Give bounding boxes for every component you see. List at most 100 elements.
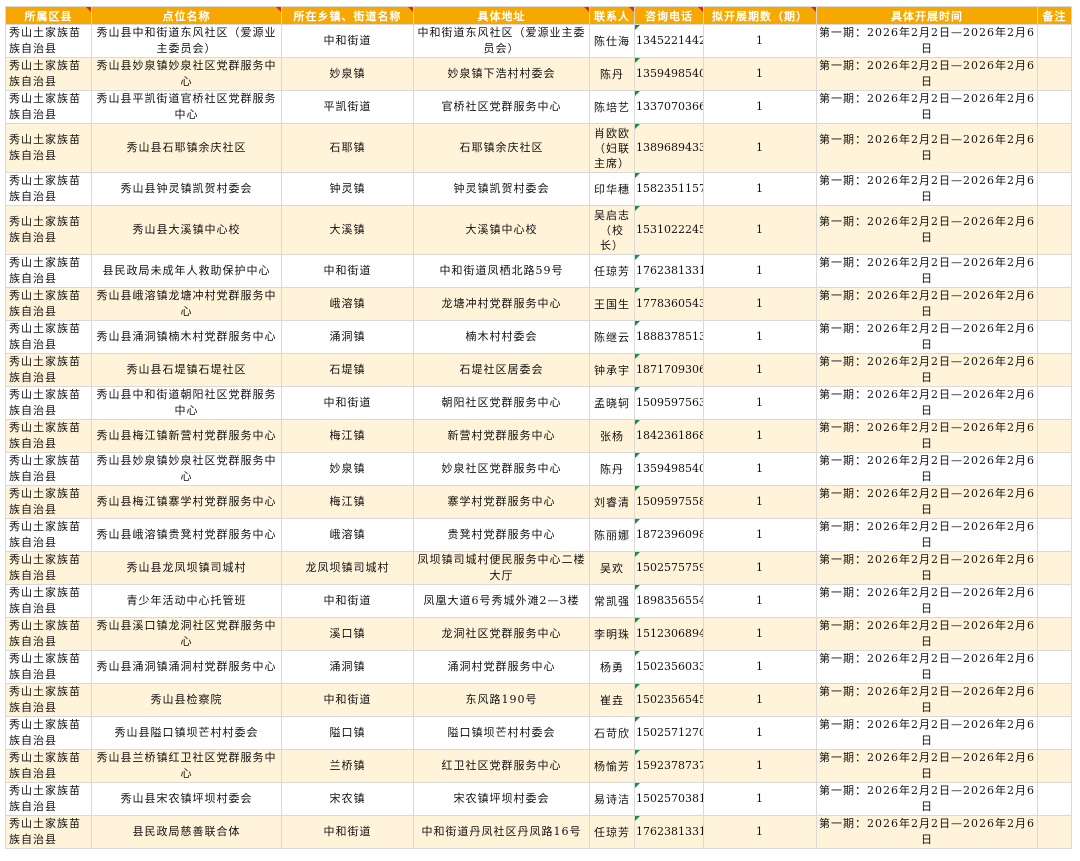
table-cell-time[interactable]: 第一期：2026年2月2日—2026年2月6日 [816, 123, 1038, 173]
table-cell-address[interactable]: 涌洞村党群服务中心 [413, 650, 590, 684]
table-cell-town[interactable]: 龙凤坝镇司城村 [281, 551, 414, 585]
table-cell-note[interactable] [1037, 650, 1072, 684]
table-cell-phone[interactable]: 13594985406 [634, 452, 704, 486]
table-cell-periods[interactable]: 1 [703, 749, 817, 783]
table-cell-note[interactable] [1037, 172, 1072, 206]
table-cell-periods[interactable]: 1 [703, 353, 817, 387]
table-cell-town[interactable]: 中和街道 [281, 584, 414, 618]
table-cell-note[interactable] [1037, 386, 1072, 420]
table-cell-address[interactable]: 宋农镇坪坝村委会 [413, 782, 590, 816]
table-cell-town[interactable]: 中和街道 [281, 683, 414, 717]
table-cell-time[interactable]: 第一期：2026年2月2日—2026年2月6日 [816, 650, 1038, 684]
table-cell-contact[interactable]: 陈继云 [589, 320, 635, 354]
table-cell-time[interactable]: 第一期：2026年2月2日—2026年2月6日 [816, 485, 1038, 519]
col-header-time[interactable]: 具体开展时间 [816, 6, 1038, 25]
table-cell-address[interactable]: 官桥社区党群服务中心 [413, 90, 590, 124]
table-cell-contact[interactable]: 杨愉芳 [589, 749, 635, 783]
table-cell-note[interactable] [1037, 353, 1072, 387]
table-cell-town[interactable]: 峨溶镇 [281, 518, 414, 552]
table-cell-contact[interactable]: 肖欧欧（妇联主席） [589, 123, 635, 173]
table-cell-note[interactable] [1037, 584, 1072, 618]
table-cell-county[interactable]: 秀山土家族苗族自治县 [5, 386, 92, 420]
table-cell-periods[interactable]: 1 [703, 584, 817, 618]
table-cell-county[interactable]: 秀山土家族苗族自治县 [5, 419, 92, 453]
table-cell-periods[interactable]: 1 [703, 386, 817, 420]
table-cell-town[interactable]: 溪口镇 [281, 617, 414, 651]
table-cell-address[interactable]: 红卫社区党群服务中心 [413, 749, 590, 783]
table-cell-county[interactable]: 秀山土家族苗族自治县 [5, 782, 92, 816]
table-cell-note[interactable] [1037, 551, 1072, 585]
table-cell-note[interactable] [1037, 254, 1072, 288]
table-cell-town[interactable]: 梅江镇 [281, 485, 414, 519]
table-cell-site[interactable]: 秀山县峨溶镇龙塘冲村党群服务中心 [91, 287, 282, 321]
table-cell-address[interactable]: 大溪镇中心校 [413, 205, 590, 255]
table-cell-phone[interactable]: 15023565456 [634, 683, 704, 717]
table-cell-town[interactable]: 涌洞镇 [281, 650, 414, 684]
table-cell-site[interactable]: 秀山县平凯街道官桥社区党群服务中心 [91, 90, 282, 124]
table-cell-note[interactable] [1037, 617, 1072, 651]
table-cell-address[interactable]: 中和街道凤栖北路59号 [413, 254, 590, 288]
table-cell-county[interactable]: 秀山土家族苗族自治县 [5, 452, 92, 486]
table-cell-address[interactable]: 凤坝镇司城村便民服务中心二楼大厅 [413, 551, 590, 585]
table-cell-town[interactable]: 中和街道 [281, 24, 414, 58]
table-cell-site[interactable]: 秀山县梅江镇新营村党群服务中心 [91, 419, 282, 453]
table-cell-county[interactable]: 秀山土家族苗族自治县 [5, 320, 92, 354]
table-cell-time[interactable]: 第一期：2026年2月2日—2026年2月6日 [816, 815, 1038, 849]
table-cell-site[interactable]: 秀山县隘口镇坝芒村村委会 [91, 716, 282, 750]
table-cell-county[interactable]: 秀山土家族苗族自治县 [5, 683, 92, 717]
table-cell-site[interactable]: 秀山县宋农镇坪坝村委会 [91, 782, 282, 816]
table-cell-phone[interactable]: 15025703813 [634, 782, 704, 816]
table-cell-time[interactable]: 第一期：2026年2月2日—2026年2月6日 [816, 172, 1038, 206]
table-cell-site[interactable]: 县民政局未成年人救助保护中心 [91, 254, 282, 288]
col-header-town[interactable]: 所在乡镇、街道名称 [281, 6, 414, 25]
table-cell-note[interactable] [1037, 24, 1072, 58]
table-cell-time[interactable]: 第一期：2026年2月2日—2026年2月6日 [816, 254, 1038, 288]
table-cell-note[interactable] [1037, 782, 1072, 816]
table-cell-phone[interactable]: 17623813313 [634, 815, 704, 849]
table-cell-periods[interactable]: 1 [703, 24, 817, 58]
table-cell-contact[interactable]: 杨勇 [589, 650, 635, 684]
table-cell-town[interactable]: 石堤镇 [281, 353, 414, 387]
table-cell-county[interactable]: 秀山土家族苗族自治县 [5, 287, 92, 321]
table-cell-contact[interactable]: 孟晓轲 [589, 386, 635, 420]
col-header-contact[interactable]: 联系人 [589, 6, 635, 25]
table-cell-site[interactable]: 秀山县检察院 [91, 683, 282, 717]
table-cell-phone[interactable]: 15123068943 [634, 617, 704, 651]
table-cell-contact[interactable]: 王国生 [589, 287, 635, 321]
table-cell-county[interactable]: 秀山土家族苗族自治县 [5, 353, 92, 387]
table-cell-town[interactable]: 兰桥镇 [281, 749, 414, 783]
table-cell-site[interactable]: 秀山县钟灵镇凯贺村委会 [91, 172, 282, 206]
table-cell-phone[interactable]: 15023560333 [634, 650, 704, 684]
table-cell-periods[interactable]: 1 [703, 452, 817, 486]
table-cell-address[interactable]: 隘口镇坝芒村村委会 [413, 716, 590, 750]
table-cell-time[interactable]: 第一期：2026年2月2日—2026年2月6日 [816, 386, 1038, 420]
col-header-note[interactable]: 备注 [1037, 6, 1072, 25]
table-cell-note[interactable] [1037, 815, 1072, 849]
table-cell-time[interactable]: 第一期：2026年2月2日—2026年2月6日 [816, 452, 1038, 486]
table-cell-periods[interactable]: 1 [703, 716, 817, 750]
table-cell-contact[interactable]: 陈丹 [589, 57, 635, 91]
table-cell-note[interactable] [1037, 90, 1072, 124]
table-cell-periods[interactable]: 1 [703, 650, 817, 684]
table-cell-site[interactable]: 秀山县龙凤坝镇司城村 [91, 551, 282, 585]
table-cell-note[interactable] [1037, 320, 1072, 354]
table-cell-phone[interactable]: 18423618688 [634, 419, 704, 453]
table-cell-time[interactable]: 第一期：2026年2月2日—2026年2月6日 [816, 205, 1038, 255]
table-cell-periods[interactable]: 1 [703, 485, 817, 519]
table-cell-time[interactable]: 第一期：2026年2月2日—2026年2月6日 [816, 617, 1038, 651]
table-cell-periods[interactable]: 1 [703, 419, 817, 453]
table-cell-town[interactable]: 中和街道 [281, 386, 414, 420]
table-cell-county[interactable]: 秀山土家族苗族自治县 [5, 518, 92, 552]
table-cell-address[interactable]: 妙泉镇下浩村村委会 [413, 57, 590, 91]
table-cell-site[interactable]: 秀山县涌洞镇楠木村党群服务中心 [91, 320, 282, 354]
table-cell-county[interactable]: 秀山土家族苗族自治县 [5, 90, 92, 124]
table-cell-county[interactable]: 秀山土家族苗族自治县 [5, 749, 92, 783]
table-cell-note[interactable] [1037, 419, 1072, 453]
table-cell-town[interactable]: 宋农镇 [281, 782, 414, 816]
table-cell-town[interactable]: 平凯街道 [281, 90, 414, 124]
table-cell-address[interactable]: 中和街道丹凤社区丹凤路16号 [413, 815, 590, 849]
table-cell-address[interactable]: 贵凳村党群服务中心 [413, 518, 590, 552]
table-cell-site[interactable]: 秀山县峨溶镇贵凳村党群服务中心 [91, 518, 282, 552]
table-cell-county[interactable]: 秀山土家族苗族自治县 [5, 172, 92, 206]
table-cell-site[interactable]: 县民政局慈善联合体 [91, 815, 282, 849]
